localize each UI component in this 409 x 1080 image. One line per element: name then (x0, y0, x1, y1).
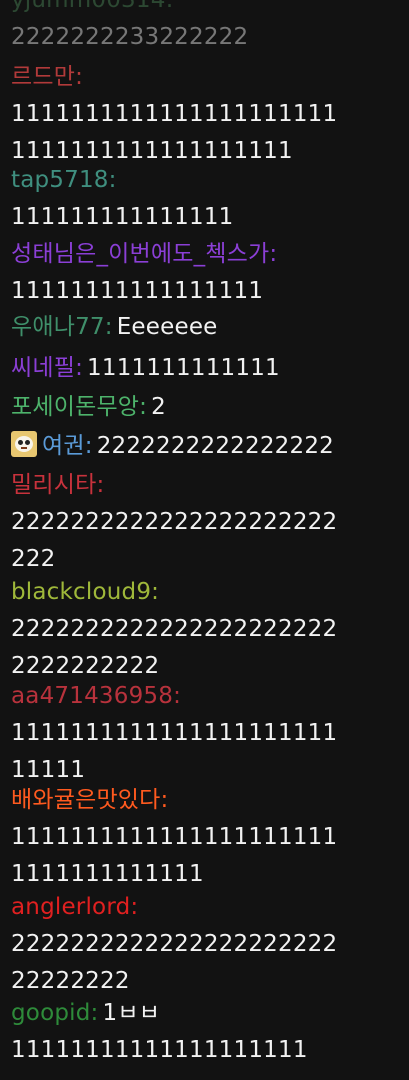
chat-line: goopid: 1ㅂㅂ (11, 995, 401, 1032)
chat-line: 여권: 2222222222222222 (11, 428, 401, 465)
chat-line: 포세이돈무앙: 2 (11, 389, 401, 426)
chat-text: 11111111111111111111 (11, 1037, 308, 1063)
chat-message: 우애나77: Eeeeeee (11, 309, 401, 346)
chat-line: yjumm00314: (11, 0, 401, 19)
chat-line: blackcloud9: (11, 574, 401, 611)
chat-username[interactable]: tap5718 (11, 167, 109, 193)
chat-colon: : (130, 894, 139, 920)
chat-message: 배와귤은맛있다: 1111111111111111111111 11111111… (11, 782, 401, 893)
chat-message: 밀리시타: 2222222222222222222222 222 (11, 467, 401, 578)
chat-username[interactable]: blackcloud9 (11, 579, 151, 605)
chat-username[interactable]: aa471436958 (11, 683, 173, 709)
chat-message: 여권: 2222222222222222 (11, 428, 401, 465)
chat-colon: : (84, 433, 93, 459)
chat-username[interactable]: 포세이돈무앙 (11, 394, 139, 420)
chat-username[interactable]: 성태님은_이번에도_첵스가 (11, 241, 269, 267)
chat-line: anglerlord: (11, 889, 401, 926)
chat-text: 2222222222222222222222 (11, 931, 338, 957)
chat-message: 포세이돈무앙: 2 (11, 389, 401, 426)
chat-username[interactable]: goopid (11, 1000, 91, 1026)
chat-message: 르드만: 1111111111111111111111 111111111111… (11, 59, 401, 170)
chat-message: aa471436958: 1111111111111111111111 1111… (11, 678, 401, 789)
chat-message: goopid: 1ㅂㅂ 11111111111111111111 (11, 995, 401, 1069)
chat-text: 1ㅂㅂ (102, 1000, 161, 1026)
chat-colon: : (139, 394, 148, 420)
chat-text: 1111111111111111111111 (11, 720, 338, 746)
chat-line: 우애나77: Eeeeeee (11, 309, 401, 346)
chat-line: 성태님은_이번에도_첵스가: (11, 236, 401, 273)
chat-username[interactable]: anglerlord (11, 894, 130, 920)
chat-text: 11111111111111111 (11, 278, 264, 304)
chat-colon: : (173, 683, 182, 709)
chat-username[interactable]: 우애나77 (11, 314, 105, 340)
chat-line: tap5718: (11, 162, 401, 199)
chat-line: 배와귤은맛있다: (11, 782, 401, 819)
chat-username[interactable]: 씨네필 (11, 355, 75, 381)
chat-text: 1111111111111111111111 (11, 824, 338, 850)
chat-text: 1111111111111 (11, 861, 204, 887)
chat-username[interactable]: 배와귤은맛있다 (11, 787, 161, 813)
chat-text: 2222222233222222 (11, 24, 249, 50)
chat-line: aa471436958: (11, 678, 401, 715)
chat-message: tap5718: 111111111111111 (11, 162, 401, 236)
chat-colon: : (151, 579, 160, 605)
chat-line: 씨네필: 1111111111111 (11, 350, 401, 387)
chat-username[interactable]: yjumm00314 (11, 0, 166, 13)
chat-line: 르드만: (11, 59, 401, 96)
chat-message: 성태님은_이번에도_첵스가: 11111111111111111 (11, 236, 401, 310)
chat-text: 2222222222222222 (96, 433, 335, 459)
chat-text: 1111111111111111111111 (11, 101, 338, 127)
chat-text: 2222222222222222222222 (11, 616, 338, 642)
chat-username[interactable]: 여권 (42, 433, 85, 459)
chat-text: 111111111111111 (11, 204, 234, 230)
chat-colon: : (75, 355, 84, 381)
chat-text: 1111111111111 (87, 355, 280, 381)
chat-text: 2 (151, 394, 166, 420)
chat-colon: : (269, 241, 278, 267)
chat-username[interactable]: 르드만 (11, 64, 75, 90)
chat-line: 밀리시타: (11, 467, 401, 504)
chat-colon: : (96, 472, 105, 498)
chat-text: 222 (11, 546, 56, 572)
chat-colon: : (108, 167, 117, 193)
chat-text: 2222222222222222222222 (11, 509, 338, 535)
chat-username[interactable]: 밀리시타 (11, 472, 96, 498)
chat-message: anglerlord: 2222222222222222222222 22222… (11, 889, 401, 1000)
chat-message: blackcloud9: 2222222222222222222222 2222… (11, 574, 401, 685)
chat-colon: : (160, 787, 169, 813)
chat-colon: : (75, 64, 84, 90)
panda-badge-icon (11, 431, 37, 457)
chat-colon: : (90, 1000, 99, 1026)
chat-message: yjumm00314: 2222222233222222 (11, 0, 401, 56)
chat-text: Eeeeeee (116, 314, 218, 340)
chat-colon: : (165, 0, 174, 13)
chat-colon: : (104, 314, 113, 340)
chat-message: 씨네필: 1111111111111 (11, 350, 401, 387)
